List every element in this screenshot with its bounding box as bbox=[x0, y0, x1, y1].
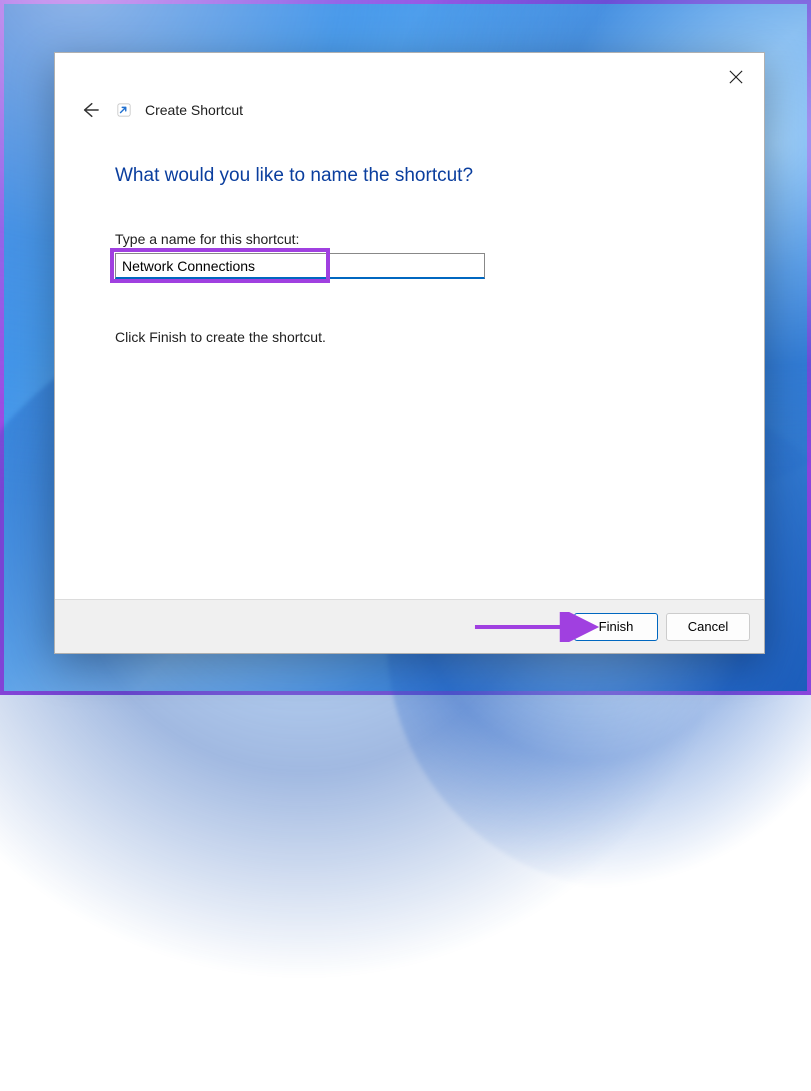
name-field-label: Type a name for this shortcut: bbox=[115, 231, 704, 247]
create-shortcut-dialog: Create Shortcut What would you like to n… bbox=[54, 52, 765, 654]
hint-text: Click Finish to create the shortcut. bbox=[115, 329, 704, 345]
name-input-wrap bbox=[115, 253, 485, 279]
page-heading: What would you like to name the shortcut… bbox=[115, 165, 704, 187]
close-button[interactable] bbox=[722, 63, 750, 91]
shortcut-arrow-icon bbox=[117, 103, 131, 117]
dialog-body: What would you like to name the shortcut… bbox=[55, 121, 764, 599]
dialog-footer: Finish Cancel bbox=[55, 599, 764, 653]
finish-button[interactable]: Finish bbox=[574, 613, 658, 641]
dialog-title: Create Shortcut bbox=[145, 102, 243, 118]
shortcut-name-input[interactable] bbox=[115, 253, 485, 279]
close-icon bbox=[729, 70, 743, 84]
arrow-left-icon bbox=[81, 101, 99, 119]
back-button[interactable] bbox=[79, 99, 101, 121]
cancel-button[interactable]: Cancel bbox=[666, 613, 750, 641]
dialog-header: Create Shortcut bbox=[55, 53, 764, 121]
